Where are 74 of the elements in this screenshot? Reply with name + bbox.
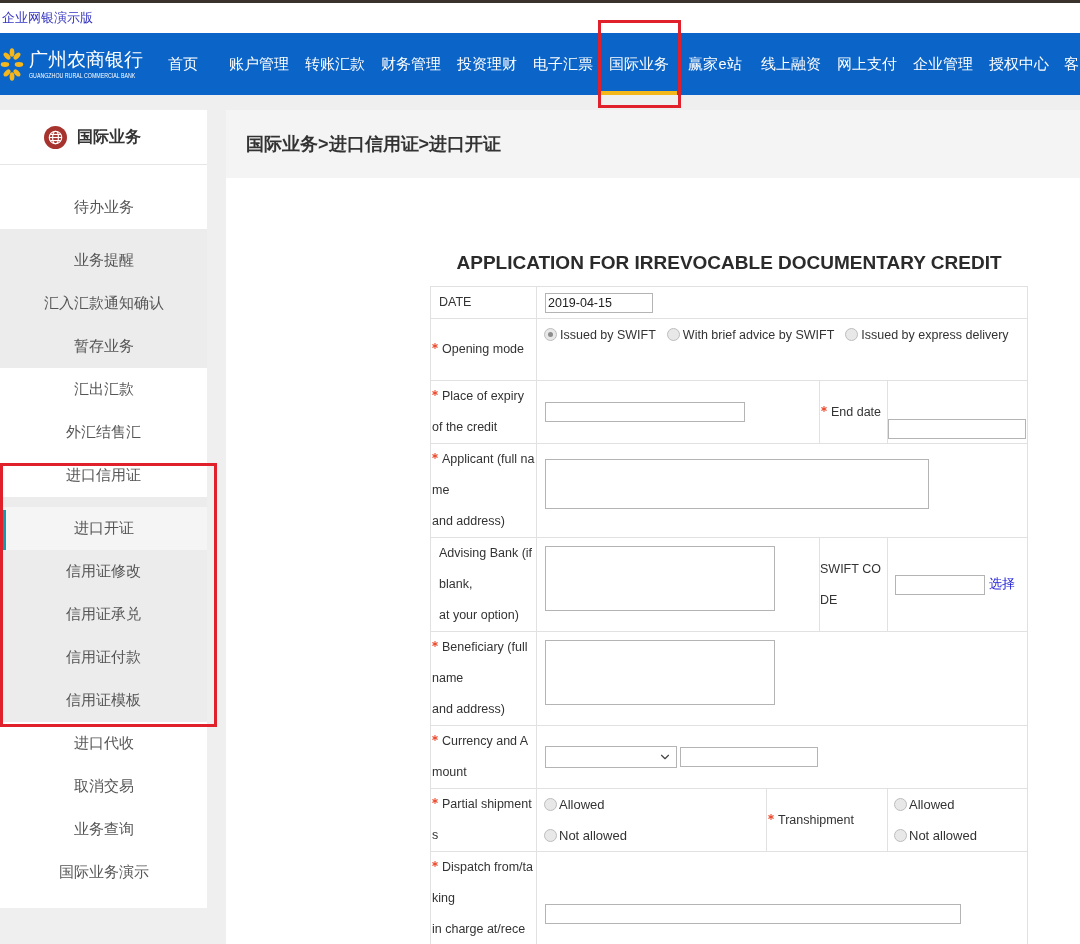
sidebar-item[interactable]: 暂存业务 (0, 325, 207, 368)
demo-title-link[interactable]: 企业网银演示版 (2, 10, 93, 26)
option-label: Issued by SWIFT (560, 328, 656, 342)
field-label: Advising Bank (if blank, at your option) (439, 546, 533, 622)
textarea-field[interactable] (545, 459, 929, 509)
flower-logo-icon (0, 45, 24, 83)
field-label: Dispatch from/taking in charge at/rece (432, 860, 533, 936)
text-field[interactable] (545, 402, 745, 422)
nav-tab[interactable]: 线上融资 (753, 33, 829, 95)
radio-button[interactable] (544, 328, 557, 341)
nav-tab[interactable]: 转账汇款 (297, 33, 373, 95)
radio-button[interactable] (544, 829, 557, 842)
nav-tab[interactable]: 财务管理 (373, 33, 449, 95)
radio-button[interactable] (894, 798, 907, 811)
sidebar-item[interactable]: 待办业务 (0, 186, 207, 229)
radio-button[interactable] (845, 328, 859, 341)
textarea-field[interactable] (545, 545, 775, 611)
bank-name: 广州农商银行 (29, 48, 143, 71)
option-label: Not allowed (909, 828, 977, 843)
nav-tab[interactable]: 账户管理 (221, 33, 297, 95)
field-label: End date (831, 404, 882, 419)
textarea-field[interactable] (545, 639, 775, 705)
breadcrumb: 国际业务>进口信用证>进口开证 (246, 133, 502, 156)
sidebar-item[interactable]: 进口开证 (0, 507, 207, 550)
nav-tab[interactable]: 网上支付 (829, 33, 905, 95)
sidebar-item[interactable]: 业务查询 (0, 808, 207, 851)
radio-button[interactable] (544, 798, 557, 811)
date-field[interactable]: 2019-04-15 (545, 292, 653, 313)
radio-button[interactable] (894, 829, 907, 842)
sidebar-title: 国际业务 (77, 126, 141, 147)
text-field[interactable] (888, 419, 1026, 439)
nav-tab[interactable]: 赢家e站 (677, 33, 753, 95)
form-title: APPLICATION FOR IRREVOCABLE DOCUMENTARY CREDIT (455, 251, 1003, 275)
sidebar-item[interactable]: 汇入汇款通知确认 (0, 282, 207, 325)
sidebar-item[interactable]: 信用证承兑 (0, 593, 207, 636)
option-label: Not allowed (559, 828, 627, 843)
field-label: Transhipment (778, 812, 854, 827)
field-label: Opening mode (442, 342, 524, 356)
option-label: With brief advice by SWIFT (682, 328, 835, 342)
nav-tab[interactable]: 电子汇票 (525, 33, 601, 95)
sidebar-item[interactable]: 进口代收 (0, 722, 207, 765)
nav-tab[interactable]: 首页 (145, 33, 221, 95)
field-label: Currency and Amount (432, 734, 529, 779)
sidebar-item[interactable]: 汇出汇款 (0, 368, 207, 411)
sidebar-item[interactable]: 信用证付款 (0, 636, 207, 679)
radio-button[interactable] (666, 328, 680, 341)
select-link[interactable]: 选择 (989, 576, 1015, 593)
globe-icon (44, 125, 67, 149)
text-field[interactable] (545, 904, 961, 924)
field-label: DATE (439, 295, 472, 309)
nav-tab[interactable]: 授权中心 (981, 33, 1057, 95)
nav-tab[interactable]: 投资理财 (449, 33, 525, 95)
option-label: Allowed (559, 797, 605, 812)
sidebar-item[interactable]: 信用证修改 (0, 550, 207, 593)
nav-tab[interactable]: 客 (1057, 33, 1079, 95)
sidebar-item[interactable]: 取消交易 (0, 765, 207, 808)
nav-tab[interactable]: 国际业务 (601, 33, 677, 95)
select-field[interactable] (545, 746, 677, 768)
field-label: Place of expiry of the credit (432, 389, 524, 434)
sidebar-item[interactable]: 国际业务演示 (0, 851, 207, 894)
text-field[interactable] (680, 747, 818, 767)
sidebar-item[interactable]: 信用证模板 (0, 679, 207, 722)
nav-tab[interactable]: 企业管理 (905, 33, 981, 95)
sidebar-item[interactable]: 业务提醒 (0, 239, 207, 282)
sidebar-item[interactable]: 外汇结售汇 (0, 411, 207, 454)
field-label: Partial shipments (432, 797, 532, 842)
option-label: Issued by express delivery (861, 328, 1009, 342)
text-field[interactable] (895, 574, 985, 595)
bank-name-english: GUANGZHOU RURAL COMMERCIAL BANK (29, 70, 136, 80)
field-label: Beneficiary (full name and address) (432, 640, 528, 716)
field-label: Applicant (full name and address) (432, 452, 535, 528)
sidebar-item[interactable]: 进口信用证 (0, 454, 207, 497)
field-label: SWIFT CODE (820, 561, 881, 607)
option-label: Allowed (909, 797, 955, 812)
